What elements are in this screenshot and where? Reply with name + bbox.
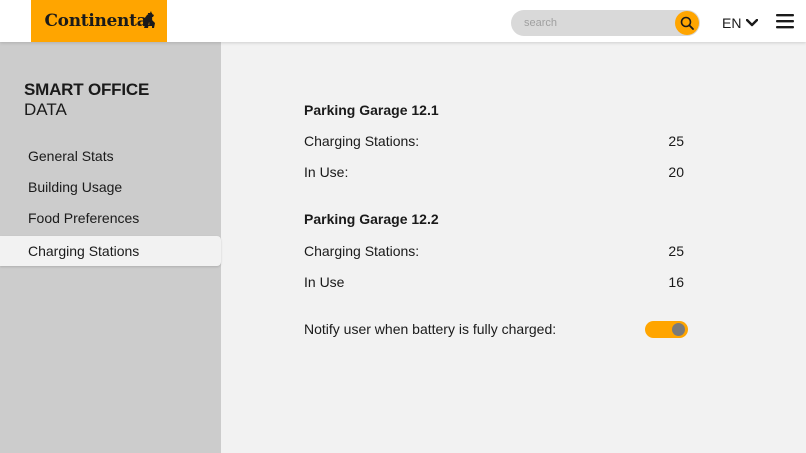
garage-title: Parking Garage 12.2 xyxy=(304,211,439,227)
garage-title: Parking Garage 12.1 xyxy=(304,102,439,118)
sidebar-item-food-preferences[interactable]: Food Preferences xyxy=(0,203,221,233)
sidebar-item-label: Building Usage xyxy=(28,179,123,195)
sidebar-item-charging-stations[interactable]: Charging Stations xyxy=(0,236,221,266)
toggle-knob xyxy=(672,323,685,336)
row-value: 16 xyxy=(668,274,684,290)
logo-text: Continental xyxy=(44,11,154,31)
search-input[interactable] xyxy=(524,15,674,31)
notify-toggle[interactable] xyxy=(645,321,688,338)
row-value: 20 xyxy=(668,164,684,180)
row-label: In Use: xyxy=(304,164,349,180)
row-label: Charging Stations: xyxy=(304,133,420,149)
notify-label: Notify user when battery is fully charge… xyxy=(304,321,557,337)
sidebar-item-building-usage[interactable]: Building Usage xyxy=(0,172,221,202)
row-label: Charging Stations: xyxy=(304,243,420,259)
search-box[interactable] xyxy=(511,10,700,36)
sidebar-item-label: General Stats xyxy=(28,148,114,164)
language-label: EN xyxy=(722,15,742,31)
top-header: Continental EN xyxy=(0,0,806,42)
language-selector[interactable]: EN xyxy=(722,14,759,32)
chevron-down-icon xyxy=(746,19,759,27)
search-icon xyxy=(680,16,694,30)
row-value: 25 xyxy=(668,243,684,259)
search-button[interactable] xyxy=(675,11,699,35)
sidebar-subtitle: DATA xyxy=(24,100,67,119)
horse-logo-icon xyxy=(144,11,155,28)
continental-logo[interactable]: Continental xyxy=(31,0,167,42)
row-value: 25 xyxy=(668,133,684,149)
sidebar-item-label: Charging Stations xyxy=(28,243,140,259)
sidebar-item-general-stats[interactable]: General Stats xyxy=(0,141,221,171)
sidebar-item-label: Food Preferences xyxy=(28,210,140,226)
hamburger-menu-icon[interactable] xyxy=(776,13,794,29)
sidebar-title: SMART OFFICE xyxy=(24,80,150,99)
row-label: In Use xyxy=(304,274,345,290)
sidebar: SMART OFFICE DATA General Stats Building… xyxy=(0,42,221,453)
